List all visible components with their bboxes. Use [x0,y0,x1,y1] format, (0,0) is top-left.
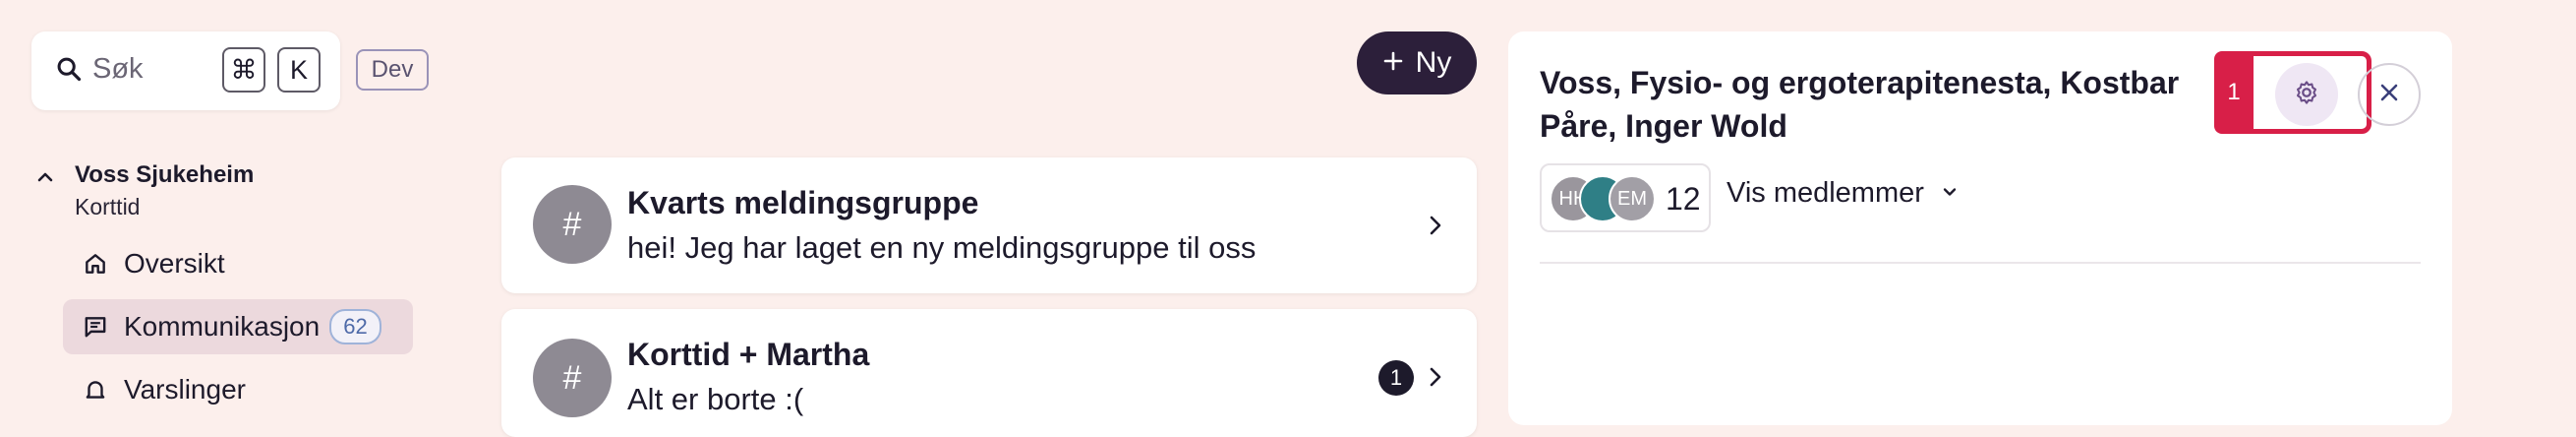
unread-count-badge: 62 [329,309,381,344]
org-unit: Korttid [75,194,141,219]
home-icon [83,251,116,277]
close-button[interactable] [2358,63,2421,126]
conversation-detail-title: Voss, Fysio- og ergoterapitenesta, Kostb… [1540,65,2180,144]
chevron-right-icon [1424,213,1447,243]
member-avatars[interactable]: HH EM 12 [1540,163,1711,232]
conversation-preview: hei! Jeg har laget en ny meldingsgruppe … [627,230,1257,265]
chevron-down-icon [1940,177,1960,210]
unread-badge: 1 [1378,360,1414,396]
env-badge: Dev [356,49,429,91]
chevron-up-icon[interactable] [33,165,57,194]
chat-icon [83,314,116,340]
bell-icon [83,377,116,403]
sidebar-item-oversikt[interactable]: Oversikt [63,236,413,291]
show-members-label: Vis medlemmer [1727,177,1924,209]
search-placeholder: Søk [92,53,144,85]
conversation-preview: Alt er borte :( [627,382,804,416]
search-box[interactable]: Søk ⌘ K [31,31,340,110]
chevron-right-icon [1424,364,1447,395]
sidebar-item-label: Kommunikasjon [124,311,321,342]
settings-button[interactable] [2275,63,2338,126]
sidebar-item-kommunikasjon[interactable]: Kommunikasjon 62 [63,299,413,354]
member-count: 12 [1666,181,1701,217]
avatar: EM [1609,175,1656,222]
conversation-item[interactable]: # Kvarts meldingsgruppe hei! Jeg har lag… [501,157,1477,293]
close-icon [2378,82,2400,108]
conversation-item[interactable]: # Korttid + Martha Alt er borte :( 1 [501,309,1477,437]
show-members-toggle[interactable]: Vis medlemmer [1727,177,1960,210]
conversation-detail-panel: Voss, Fysio- og ergoterapitenesta, Kostb… [1508,31,2452,425]
cmd-key: ⌘ [222,47,265,93]
conversation-title: Kvarts meldingsgruppe [627,185,979,220]
gear-icon [2292,78,2321,112]
sidebar-item-label: Varslinger [124,374,246,405]
channel-avatar: # [533,339,612,417]
highlight-tag: 1 [2214,51,2254,134]
new-button-label: Ny [1415,46,1452,79]
search-icon [55,55,83,88]
channel-avatar: # [533,185,612,264]
org-name[interactable]: Voss Sjukeheim [75,161,254,189]
new-conversation-button[interactable]: Ny [1357,31,1477,94]
sidebar-item-label: Oversikt [124,248,225,279]
k-key: K [277,47,321,93]
sidebar-item-varslinger[interactable]: Varslinger [63,362,413,417]
conversation-title: Korttid + Martha [627,337,870,372]
divider [1540,262,2421,264]
plus-icon [1382,46,1404,80]
